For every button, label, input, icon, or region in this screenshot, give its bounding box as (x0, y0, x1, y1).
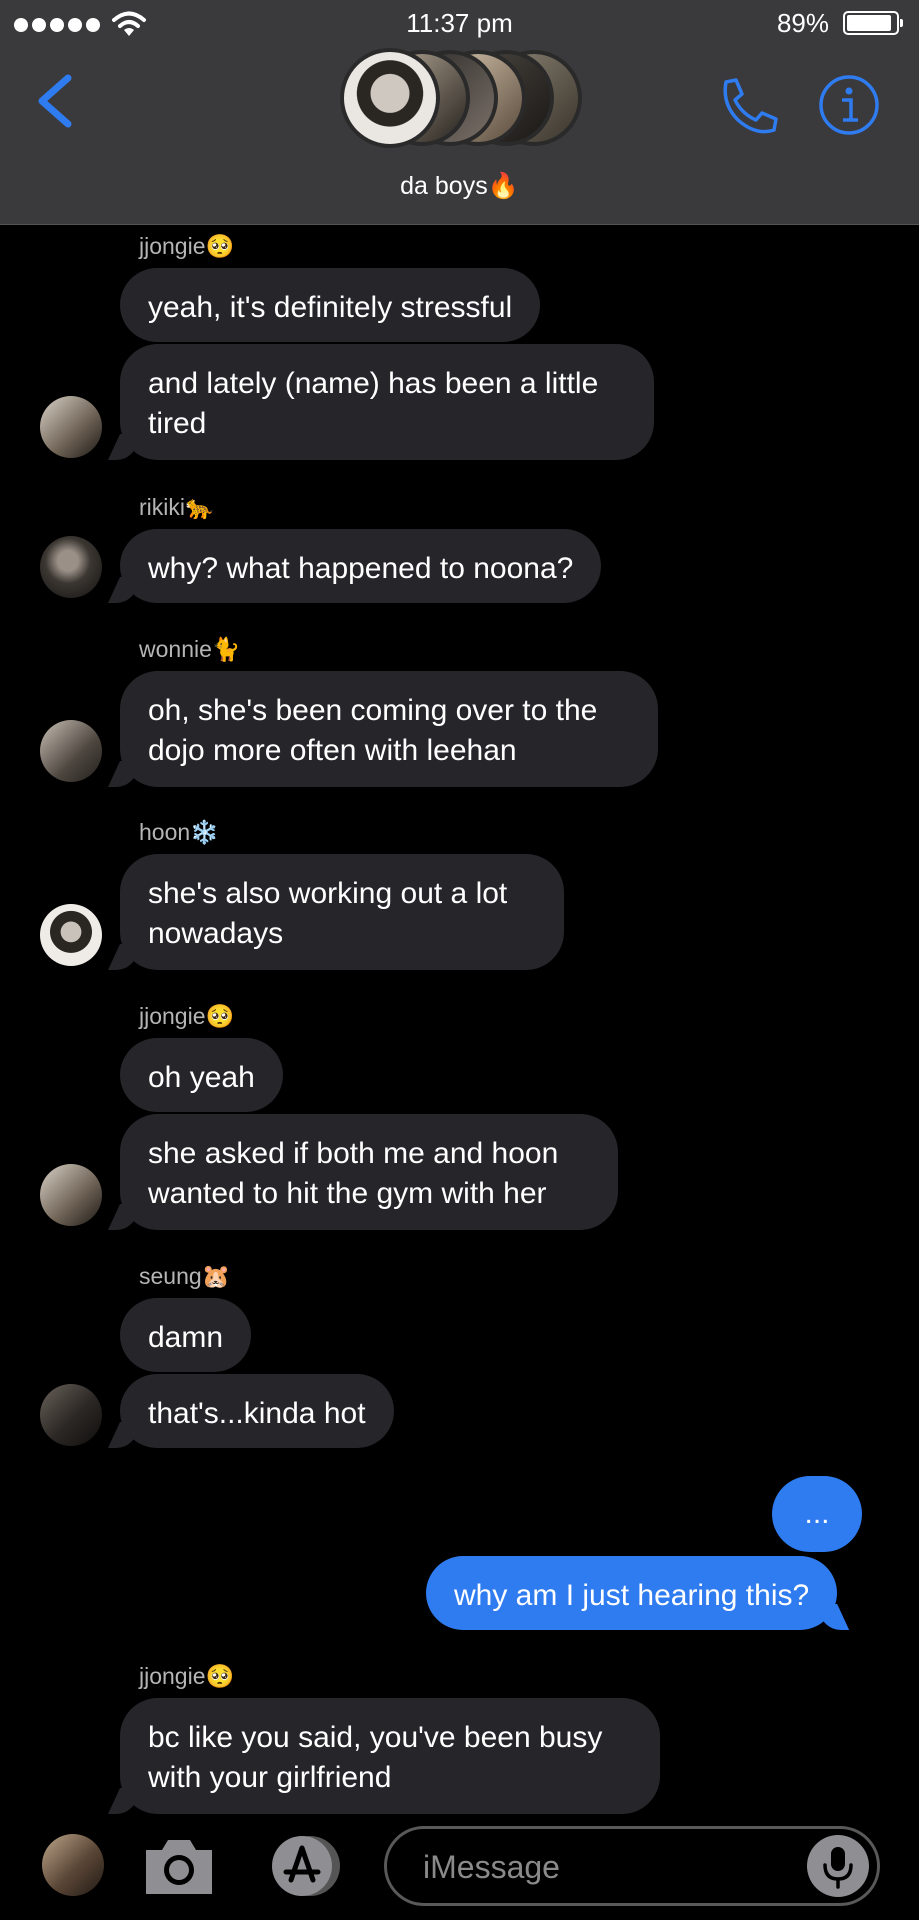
messages-screen: 11:37 pm 89% da boys🔥 jjongie🥺 yeah, it'… (0, 0, 919, 1920)
avatar (40, 720, 102, 782)
outgoing-message-bubble[interactable]: why am I just hearing this? (426, 1556, 838, 1630)
camera-icon[interactable] (142, 1834, 216, 1898)
avatar (340, 48, 440, 148)
message-bubble[interactable]: she's also working out a lot nowadays (120, 854, 564, 970)
message-bubble[interactable]: oh, she's been coming over to the dojo m… (120, 671, 658, 787)
outgoing-message-bubble[interactable]: ... (772, 1476, 862, 1552)
message-input-bar (0, 1816, 919, 1920)
avatar (40, 904, 102, 966)
group-name[interactable]: da boys🔥 (0, 172, 919, 201)
sender-name: jjongie🥺 (139, 1663, 235, 1689)
battery-percentage: 89% (776, 8, 829, 38)
sender-name: seung🐹 (139, 1263, 231, 1289)
imessage-input[interactable] (421, 1843, 785, 1891)
sender-name: jjongie🥺 (139, 233, 235, 259)
avatar (40, 396, 102, 458)
sender-name: rikiki🐆 (139, 494, 214, 520)
status-bar: 11:37 pm 89% (0, 0, 919, 46)
sender-name: jjongie🥺 (139, 1003, 235, 1029)
microphone-icon[interactable] (807, 1835, 869, 1897)
back-button[interactable] (30, 70, 80, 130)
sender-name: wonnie🐈 (139, 636, 241, 662)
app-store-icon[interactable] (262, 1834, 346, 1898)
message-field (384, 1826, 880, 1906)
group-avatar-stack[interactable] (336, 44, 582, 152)
info-icon[interactable] (818, 74, 880, 136)
message-bubble[interactable]: that's...kinda hot (120, 1374, 394, 1448)
message-bubble[interactable]: damn (120, 1298, 252, 1372)
message-bubble[interactable]: oh yeah (120, 1038, 283, 1112)
message-bubble[interactable]: she asked if both me and hoon wanted to … (120, 1114, 618, 1230)
phone-icon[interactable] (716, 76, 780, 136)
message-bubble[interactable]: yeah, it's definitely stressful (120, 268, 541, 342)
conversation-header: 11:37 pm 89% da boys🔥 (0, 0, 919, 225)
avatar (40, 1164, 102, 1226)
avatar[interactable] (42, 1834, 104, 1896)
battery-icon (843, 11, 903, 35)
avatar (40, 1384, 102, 1446)
message-bubble[interactable]: and lately (name) has been a little tire… (120, 344, 654, 460)
message-bubble[interactable]: why? what happened to noona? (120, 529, 602, 603)
message-bubble[interactable]: bc like you said, you've been busy with … (120, 1698, 660, 1814)
sender-name: hoon❄️ (139, 819, 219, 845)
avatar (40, 536, 102, 598)
